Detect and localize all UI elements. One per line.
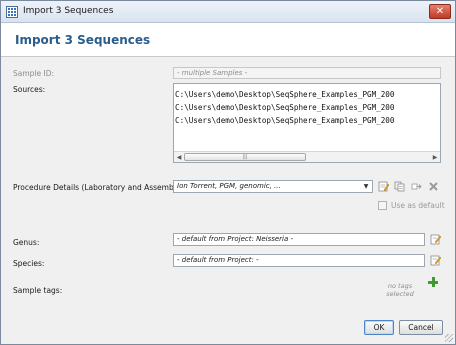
title-bar[interactable]: Import 3 Sequences ✕ <box>1 1 455 23</box>
edit-genus-icon[interactable] <box>430 234 441 245</box>
sample-id-field: - multiple Samples - <box>173 67 441 79</box>
ok-button[interactable]: OK <box>364 320 394 335</box>
edit-species-icon[interactable] <box>430 255 441 266</box>
apply-details-icon[interactable] <box>411 181 422 192</box>
list-item[interactable]: C:\Users\demo\Desktop\SeqSphere_Examples… <box>175 101 394 114</box>
scroll-left-icon[interactable]: ◀ <box>174 153 184 162</box>
list-item[interactable]: C:\Users\demo\Desktop\SeqSphere_Examples… <box>175 114 394 127</box>
genus-label: Genus: <box>13 238 40 247</box>
chevron-down-icon[interactable]: ▼ <box>360 181 372 192</box>
add-tag-icon[interactable] <box>428 277 438 287</box>
sample-tags-label: Sample tags: <box>13 286 63 295</box>
genus-field[interactable]: - default from Project: Neisseria - <box>173 233 425 246</box>
procedure-label: Procedure Details (Laboratory and Assemb… <box>13 183 186 192</box>
species-label: Species: <box>13 259 45 268</box>
window-title: Import 3 Sequences <box>23 6 114 16</box>
procedure-value: Ion Torrent, PGM, genomic, ... <box>177 182 281 190</box>
import-dialog: Import 3 Sequences ✕ Import 3 Sequences … <box>0 0 456 345</box>
use-as-default-checkbox[interactable] <box>378 201 387 210</box>
sources-label: Sources: <box>13 85 46 94</box>
use-as-default-label: Use as default <box>391 201 445 210</box>
copy-details-icon[interactable] <box>394 181 405 192</box>
scroll-right-icon[interactable]: ▶ <box>430 153 440 162</box>
close-button[interactable]: ✕ <box>429 4 451 19</box>
cancel-button[interactable]: Cancel <box>399 320 443 335</box>
delete-icon[interactable] <box>428 181 439 192</box>
sources-list[interactable]: C:\Users\demo\Desktop\SeqSphere_Examples… <box>173 83 441 163</box>
dialog-header: Import 3 Sequences <box>1 23 455 57</box>
procedure-select[interactable]: Ion Torrent, PGM, genomic, ... ▼ <box>173 180 373 193</box>
species-field[interactable]: - default from Project: - <box>173 254 425 267</box>
horizontal-scrollbar[interactable]: ◀ ||| ▶ <box>174 151 440 162</box>
no-tags-text: no tags selected <box>386 282 414 298</box>
resize-grip[interactable] <box>445 334 453 342</box>
scroll-thumb[interactable]: ||| <box>184 153 306 161</box>
app-grid-icon <box>6 6 18 18</box>
edit-details-icon[interactable] <box>378 181 389 192</box>
list-item[interactable]: C:\Users\demo\Desktop\SeqSphere_Examples… <box>175 88 394 101</box>
sample-id-label: Sample ID: <box>13 69 55 78</box>
page-title: Import 3 Sequences <box>15 33 151 47</box>
